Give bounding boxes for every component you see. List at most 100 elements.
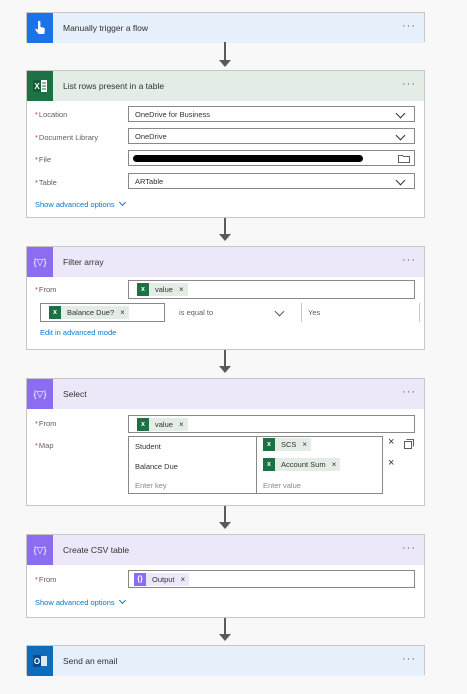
data-operation-icon: {} (134, 572, 146, 586)
data-operation-icon: {▽} (27, 535, 53, 565)
connector-arrow (224, 350, 226, 366)
connector-arrow (224, 42, 226, 60)
data-operation-icon: {▽} (27, 247, 53, 277)
svg-text:{▽}: {▽} (34, 545, 47, 555)
connector-arrowhead (219, 634, 231, 641)
more-options-icon[interactable]: ··· (402, 21, 416, 32)
excel-icon: X (27, 71, 53, 101)
list-rows-header[interactable]: X List rows present in a table ··· (27, 71, 424, 101)
excel-icon: x (263, 438, 275, 451)
table-label: *Table (35, 178, 57, 187)
map-table: Student Balance Due Enter key x SCS × x Acc… (128, 436, 383, 494)
scs-token[interactable]: x SCS × (263, 438, 312, 451)
location-dropdown[interactable]: OneDrive for Business (128, 106, 415, 122)
map-value-cell[interactable]: x Account Sum × (263, 458, 344, 471)
remove-token-icon[interactable]: × (302, 440, 307, 449)
show-advanced-options-link[interactable]: Show advanced options (35, 198, 126, 209)
value-token[interactable]: x value × (137, 283, 188, 296)
folder-icon[interactable] (398, 154, 410, 163)
condition-divider (419, 303, 420, 322)
map-key-cell[interactable]: Student (135, 442, 161, 451)
output-token[interactable]: {} Output × (134, 572, 190, 586)
trigger-header[interactable]: Manually trigger a flow ··· (27, 13, 424, 43)
map-label: *Map (35, 441, 54, 450)
chevron-down-icon (395, 130, 406, 141)
from-field[interactable]: {} Output × (128, 570, 415, 588)
trigger-card[interactable]: Manually trigger a flow ··· (26, 12, 425, 43)
remove-token-icon[interactable]: × (332, 460, 337, 469)
send-email-header[interactable]: O Send an email ··· (27, 646, 424, 676)
more-options-icon[interactable]: ··· (402, 255, 416, 266)
from-label: *From (35, 285, 57, 294)
more-options-icon[interactable]: ··· (402, 543, 416, 554)
account-sum-token[interactable]: x Account Sum × (263, 458, 341, 471)
excel-icon: x (263, 458, 275, 471)
file-label: *File (35, 155, 52, 164)
show-advanced-options-link[interactable]: Show advanced options (35, 596, 126, 607)
select-header[interactable]: {▽} Select ··· (27, 379, 424, 409)
trigger-title: Manually trigger a flow (63, 23, 149, 33)
operator-dropdown[interactable]: is equal to (175, 303, 291, 322)
map-value-input[interactable]: Enter value (263, 481, 301, 490)
map-column-divider (256, 437, 257, 493)
more-options-icon[interactable]: ··· (402, 79, 416, 90)
excel-icon: x (49, 306, 61, 319)
balance-due-token[interactable]: x Balance Due? × (49, 306, 129, 319)
remove-token-icon[interactable]: × (179, 420, 184, 429)
send-email-card[interactable]: O Send an email ··· (26, 645, 425, 676)
remove-token-icon[interactable]: × (181, 575, 186, 584)
location-label: *Location (35, 110, 68, 119)
excel-icon: x (137, 283, 149, 296)
condition-divider (301, 303, 302, 322)
map-key-input[interactable]: Enter key (135, 481, 167, 490)
connector-arrowhead (219, 366, 231, 373)
connector-arrow (224, 618, 226, 634)
document-library-label: *Document Library (35, 133, 99, 142)
edit-in-advanced-mode-link[interactable]: Edit in advanced mode (40, 328, 116, 337)
send-email-title: Send an email (63, 656, 118, 666)
list-rows-card: X List rows present in a table ··· *Loca… (26, 70, 425, 218)
remove-token-icon[interactable]: × (120, 308, 125, 317)
outlook-icon: O (27, 646, 53, 676)
redacted-file-path (133, 155, 363, 162)
delete-row-icon[interactable]: × (388, 458, 394, 469)
delete-row-icon[interactable]: × (388, 437, 394, 448)
data-operation-icon: {▽} (27, 379, 53, 409)
document-library-dropdown[interactable]: OneDrive (128, 128, 415, 144)
table-dropdown[interactable]: ARTable (128, 173, 415, 189)
more-options-icon[interactable]: ··· (402, 654, 416, 665)
chevron-down-icon (118, 198, 126, 207)
chevron-down-icon (395, 175, 406, 186)
condition-left-field[interactable]: x Balance Due? × (40, 303, 165, 322)
map-key-cell[interactable]: Balance Due (135, 462, 178, 471)
value-token[interactable]: x value × (137, 417, 188, 431)
file-field[interactable] (128, 150, 415, 166)
chevron-down-icon (274, 306, 285, 317)
connector-arrowhead (219, 60, 231, 67)
chevron-down-icon (395, 108, 406, 119)
svg-text:X: X (34, 82, 40, 91)
map-value-cell[interactable]: x SCS × (263, 438, 315, 451)
create-csv-card: {▽} Create CSV table ··· *From {} Output ×… (26, 534, 425, 618)
from-label: *From (35, 419, 57, 428)
more-options-icon[interactable]: ··· (402, 387, 416, 398)
create-csv-header[interactable]: {▽} Create CSV table ··· (27, 535, 424, 565)
excel-icon: x (137, 417, 149, 431)
connector-arrow (224, 218, 226, 234)
create-csv-title: Create CSV table (63, 545, 130, 555)
connector-arrow (224, 506, 226, 522)
filter-array-header[interactable]: {▽} Filter array ··· (27, 247, 424, 277)
svg-text:{▽}: {▽} (34, 257, 47, 267)
from-label: *From (35, 575, 57, 584)
select-title: Select (63, 389, 87, 399)
connector-arrowhead (219, 522, 231, 529)
svg-text:{▽}: {▽} (34, 389, 47, 399)
select-card: {▽} Select ··· *From x value × *Map Studen… (26, 378, 425, 506)
from-field[interactable]: x value × (128, 415, 415, 433)
connector-arrowhead (219, 234, 231, 241)
remove-token-icon[interactable]: × (179, 285, 184, 294)
condition-value-field[interactable]: Yes (308, 303, 416, 322)
from-field[interactable]: x value × (128, 280, 415, 299)
switch-to-text-mode-icon[interactable] (404, 439, 414, 449)
filter-array-title: Filter array (63, 257, 104, 267)
